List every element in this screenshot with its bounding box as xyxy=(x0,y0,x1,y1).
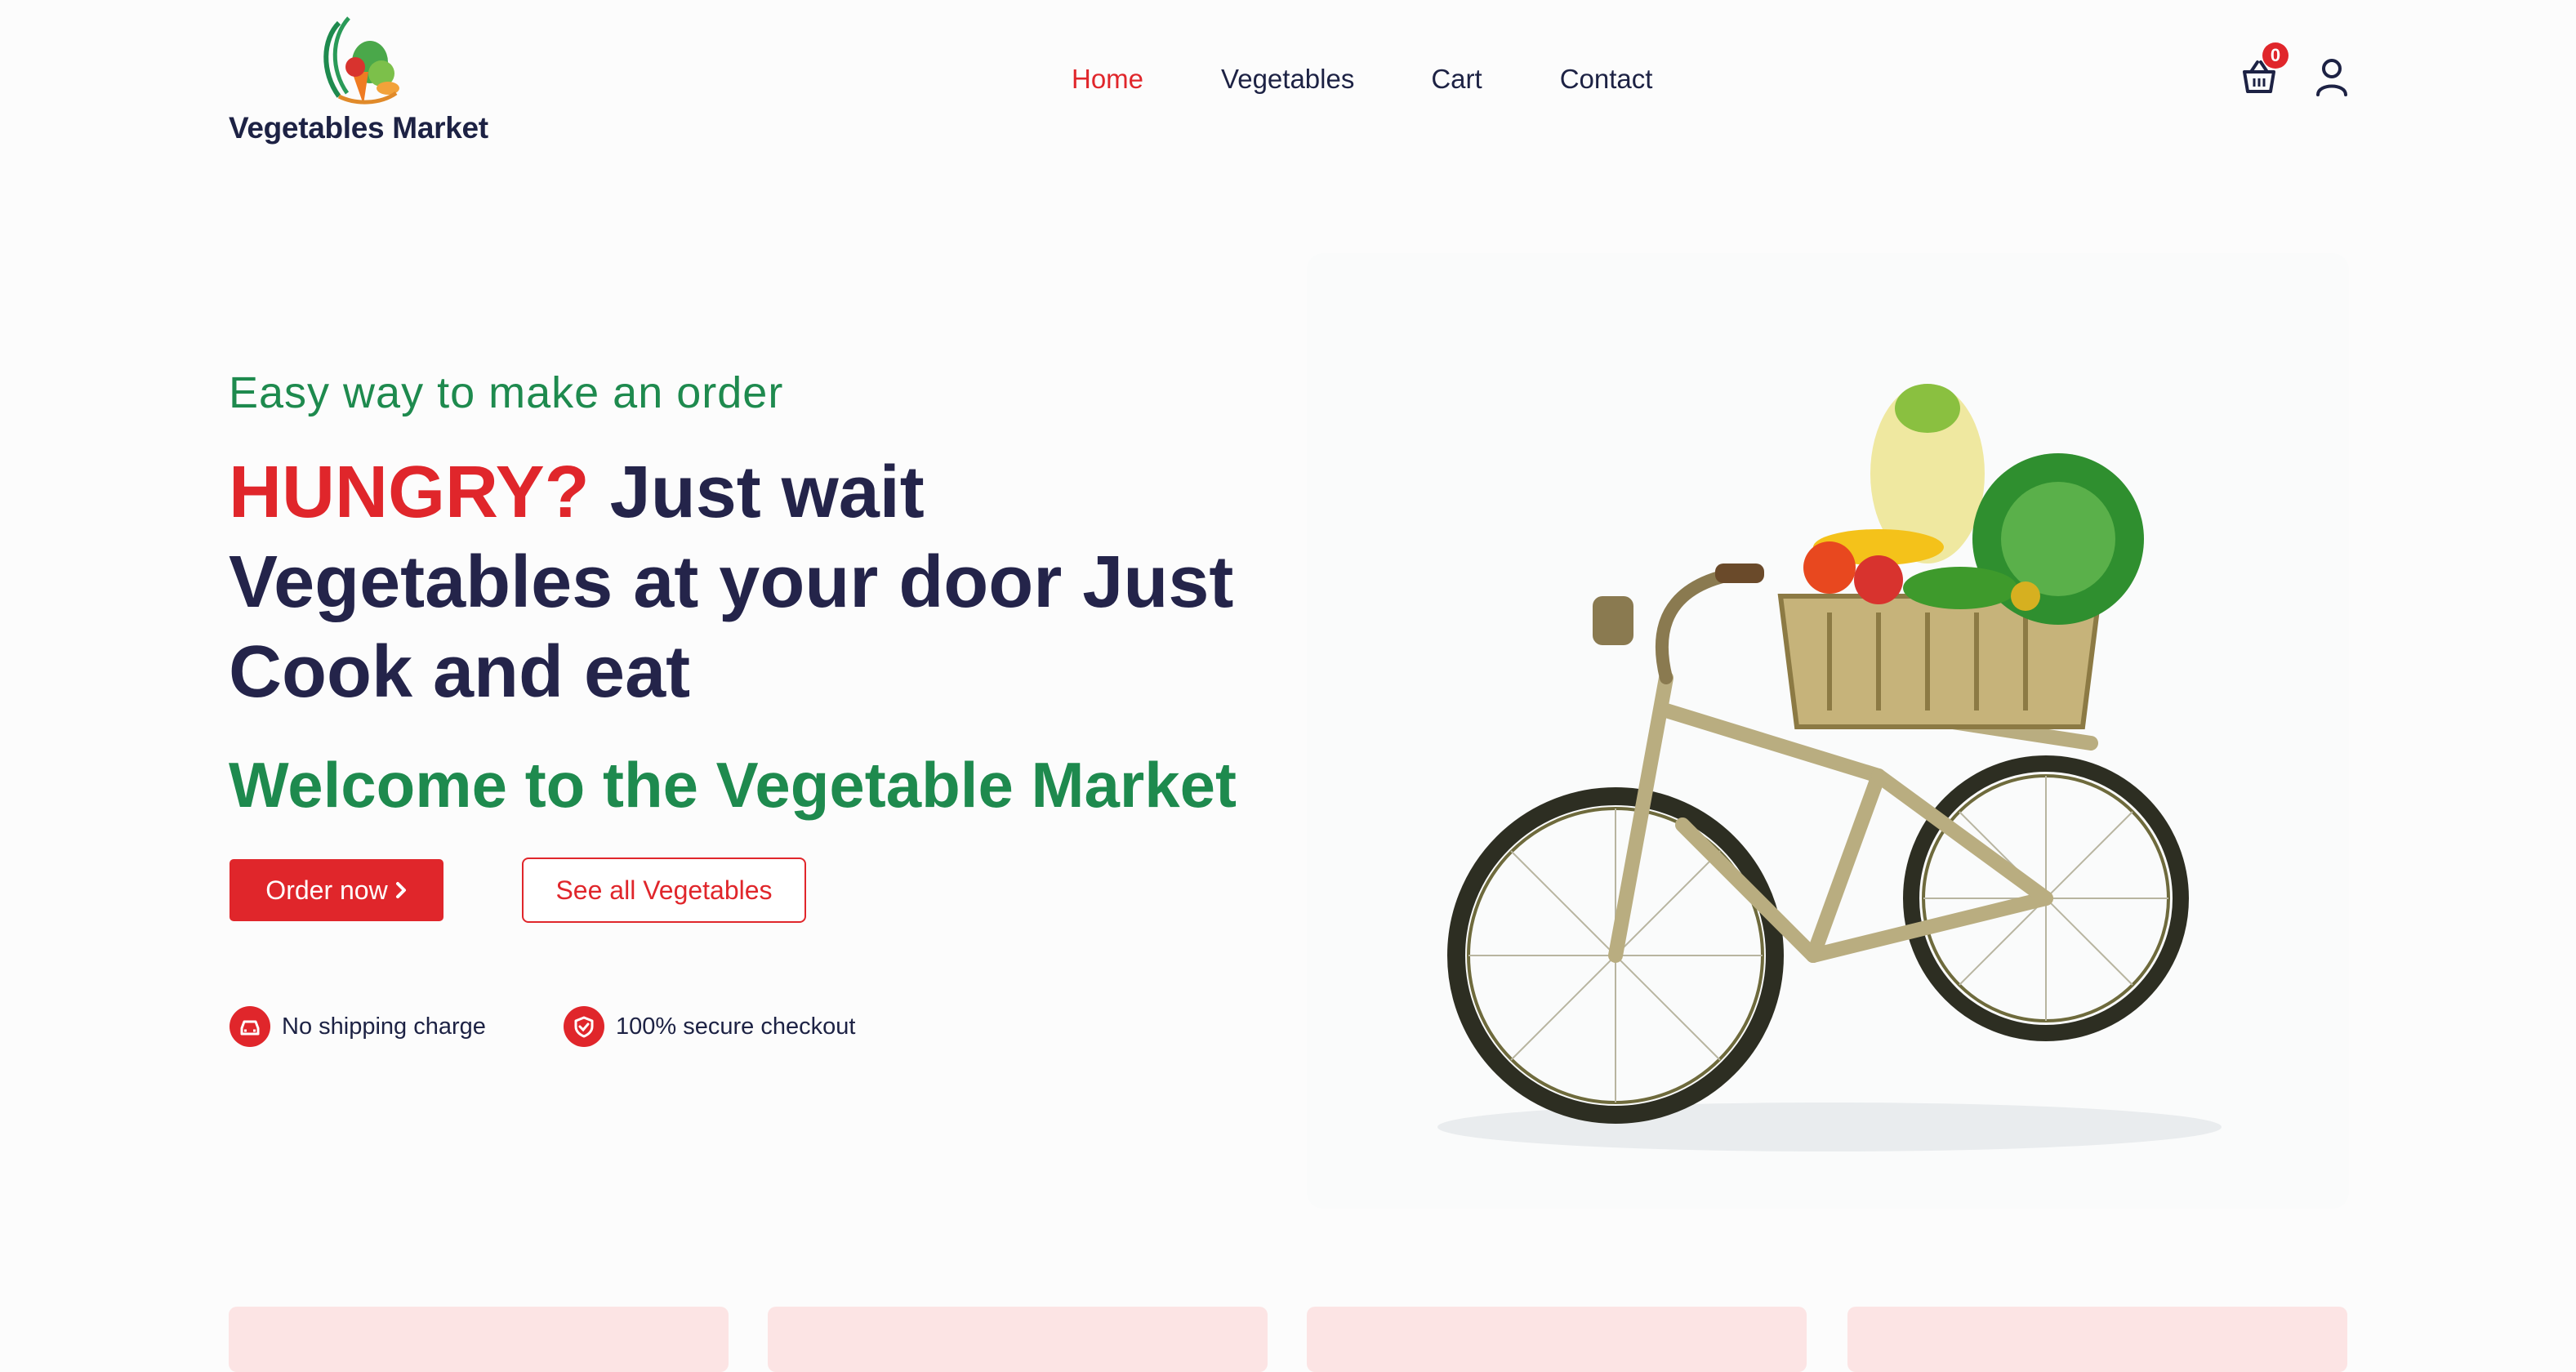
hero-headline: HUNGRY? Just wait Vegetables at your doo… xyxy=(229,448,1307,717)
category-card[interactable] xyxy=(768,1307,1268,1372)
hero-image xyxy=(1307,253,2349,1209)
category-card[interactable] xyxy=(1847,1307,2347,1372)
brand-name: Vegetables Market xyxy=(229,111,488,145)
see-all-vegetables-button[interactable]: See all Vegetables xyxy=(522,858,806,923)
user-account-button[interactable] xyxy=(2311,56,2352,98)
category-card[interactable] xyxy=(229,1307,729,1372)
vegetables-logo-icon xyxy=(323,16,399,105)
feature-free-shipping: No shipping charge xyxy=(230,1005,486,1048)
feature-label: 100% secure checkout xyxy=(616,1013,856,1040)
shield-check-icon xyxy=(564,1006,604,1047)
nav-cart[interactable]: Cart xyxy=(1431,59,1482,100)
nav-vegetables[interactable]: Vegetables xyxy=(1221,59,1354,100)
category-card[interactable] xyxy=(1307,1307,1807,1372)
car-icon xyxy=(230,1006,270,1047)
main-nav: Home Vegetables Cart Contact xyxy=(1072,59,1652,100)
welcome-heading: Welcome to the Vegetable Market xyxy=(229,749,1237,821)
nav-home[interactable]: Home xyxy=(1072,59,1143,100)
feature-secure-checkout: 100% secure checkout xyxy=(564,1005,855,1048)
nav-contact[interactable]: Contact xyxy=(1560,59,1653,100)
feature-label: No shipping charge xyxy=(282,1013,486,1040)
headline-highlight: HUNGRY? xyxy=(229,452,590,533)
bicycle-vegetables-illustration xyxy=(1437,384,2222,1152)
brand-logo[interactable]: Vegetables Market xyxy=(229,15,490,149)
chevron-right-icon xyxy=(395,882,406,898)
order-now-button[interactable]: Order now xyxy=(230,859,443,921)
user-icon xyxy=(2316,59,2347,96)
order-now-label: Order now xyxy=(265,875,388,905)
hero-subtitle: Easy way to make an order xyxy=(229,368,784,417)
cart-count-badge: 0 xyxy=(2262,42,2289,69)
